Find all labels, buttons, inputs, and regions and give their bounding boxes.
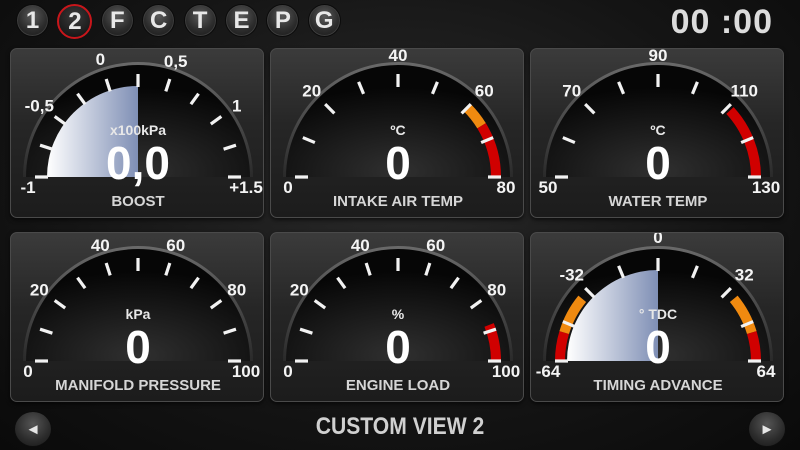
gauge-scale-label: 70: [562, 82, 581, 101]
gauge-scale-label: 60: [166, 236, 185, 255]
gauge-name: MANIFOLD PRESSURE: [55, 377, 221, 394]
gauge-unit: kPa: [126, 306, 151, 322]
gauge-name: ENGINE LOAD: [346, 377, 450, 394]
gauge-scale-label: 0: [283, 362, 292, 381]
gauge-unit: %: [392, 306, 405, 322]
gauge-name: INTAKE AIR TEMP: [333, 193, 463, 210]
gauge-scale-label: +1.5: [229, 178, 263, 197]
gauge-name: WATER TEMP: [609, 193, 708, 210]
gauge-scale-label: 80: [227, 280, 246, 299]
gauge-value: 0: [645, 137, 671, 189]
gauge-value: 0: [125, 321, 151, 373]
tab-p[interactable]: P: [266, 4, 300, 37]
gauge-panel-timing-advance[interactable]: -64 -32 0 32 64 ° TDC 0 TIMING ADVANCE: [530, 232, 784, 402]
gauge-svg: 02040 6080100kPa0MANIFOLD PRESSURE: [23, 236, 260, 394]
gauge-value: 0: [645, 321, 671, 373]
gauge-panel-manifold-pressure[interactable]: 0 20 40 60 80 100 kPa 0 MANIFOLD PRESSURE: [10, 232, 264, 402]
gauge-scale-label: 32: [735, 266, 754, 285]
prev-view-button[interactable]: ◄: [14, 411, 52, 447]
gauge-svg: 50 70 90 110 130 ºC0 WATER TEMP: [539, 49, 781, 210]
gauge-scale-label: 100: [232, 362, 260, 381]
gauge-scale-label: 110: [731, 82, 758, 101]
gauge-svg: -1 -0,5 0 0,5 1 +1.5 x100kPa0,0 BOOST: [20, 50, 263, 210]
gauge-panel-intake-air-temp[interactable]: 0 20 40 60 80 ºC 0 INTAKE AIR TEMP: [270, 48, 524, 218]
gauge-scale-label: 0: [96, 50, 105, 69]
gauge-scale-label: 0: [23, 362, 32, 381]
tab-t[interactable]: T: [183, 4, 217, 37]
gauge-scale-label: 90: [649, 49, 668, 65]
gauge-scale-label: 60: [426, 236, 445, 255]
arrow-left-icon: ◄: [25, 420, 41, 438]
gauge-scale-label: -32: [559, 266, 584, 285]
next-view-button[interactable]: ►: [748, 411, 786, 447]
gauge-scale-label: 40: [351, 236, 370, 255]
page-tabs: 1 2 F C T E P G: [16, 4, 349, 42]
gauge-scale-label: 130: [752, 178, 780, 197]
gauge-unit: ºC: [650, 122, 665, 138]
tab-c[interactable]: C: [142, 4, 176, 37]
gauge-unit: ° TDC: [639, 306, 677, 322]
gauge-scale-label: 40: [91, 236, 110, 255]
gauge-scale-label: 20: [290, 280, 309, 299]
gauge-svg: 02040 6080100%0ENGINE LOAD: [283, 236, 520, 394]
gauge-scale-label: 64: [757, 362, 776, 381]
gauge-name: TIMING ADVANCE: [593, 377, 722, 394]
gauge-scale-label: 0,5: [164, 52, 188, 71]
gauge-scale-label: -64: [536, 362, 561, 381]
gauge-scale-label: 80: [497, 178, 516, 197]
tab-2[interactable]: 2: [57, 4, 93, 39]
gauge-scale-label: -0,5: [25, 96, 54, 115]
gauge-value: 0: [385, 321, 411, 373]
gauge-scale-label: 20: [30, 280, 49, 299]
gauge-scale-label: 0: [653, 233, 662, 247]
tab-g[interactable]: G: [307, 4, 341, 37]
gauge-panel-water-temp[interactable]: 50 70 90 110 130 ºC 0 WATER TEMP: [530, 48, 784, 218]
gauge-panel-boost[interactable]: -1 -0,5 0 0,5 1 +1.5 x100kPa 0,0 BOOST: [10, 48, 264, 218]
arrow-right-icon: ►: [759, 420, 775, 438]
gauge-scale-label: 40: [389, 49, 408, 65]
gauge-scale-label: 20: [302, 82, 321, 101]
gauge-value: 0: [385, 137, 411, 189]
gauge-scale-label: -1: [20, 178, 35, 197]
view-title: CUSTOM VIEW 2: [315, 413, 485, 440]
gauge-svg: -64-3203264° TDC0TIMING ADVANCE: [536, 233, 776, 394]
gauge-name: BOOST: [111, 193, 164, 210]
gauge-scale-label: 50: [539, 178, 558, 197]
gauge-value: 0,0: [106, 137, 170, 189]
gauge-scale-label: 80: [487, 280, 506, 299]
tab-e[interactable]: E: [224, 4, 258, 37]
tab-f[interactable]: F: [100, 4, 134, 37]
gauge-scale-label: 60: [475, 82, 494, 101]
gauge-unit: ºC: [390, 122, 405, 138]
clock: 00 :00: [670, 3, 773, 41]
gauge-svg: 020406080ºC0INTAKE AIR TEMP: [283, 49, 516, 210]
gauge-unit: x100kPa: [110, 122, 166, 138]
gauge-scale-label: 1: [232, 96, 241, 115]
gauge-scale-label: 100: [492, 362, 520, 381]
tab-1[interactable]: 1: [16, 4, 49, 37]
gauge-scale-label: 0: [283, 178, 292, 197]
gauge-panel-engine-load[interactable]: 0 20 40 60 80 100% 0 ENGINE LOAD: [270, 232, 524, 402]
